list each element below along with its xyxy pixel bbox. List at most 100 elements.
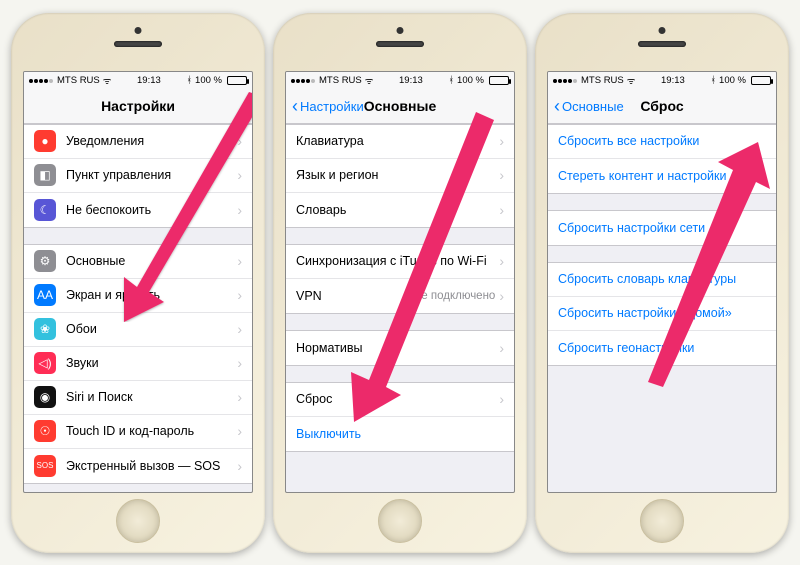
signal-dots [29,75,54,86]
settings-group: Синхронизация с iTunes по Wi-Fi›VPNНе по… [286,244,514,314]
row-label: VPN [296,289,413,303]
list-item[interactable]: ⚙Основные› [24,245,252,279]
list-item[interactable]: Сбросить геонастройки [548,331,776,365]
speaker-slot [376,41,424,47]
signal-dots [291,75,316,86]
navbar: ‹ Настройки Основные [286,90,514,124]
row-label: Язык и регион [296,168,499,182]
list-item[interactable]: Язык и регион› [286,159,514,193]
navbar: Настройки [24,90,252,124]
carrier-label: MTS RUS [57,75,100,86]
carrier-label: MTS RUS [581,75,624,86]
chevron-right-icon: › [499,253,504,269]
row-label: Сбросить все настройки [558,134,766,148]
battery-icon [489,76,509,85]
wifi-icon: ᯤ [627,74,636,87]
list-item[interactable]: Сбросить словарь клавиатуры [548,263,776,297]
home-button[interactable] [640,499,684,543]
list-item[interactable]: Сбросить все настройки [548,125,776,159]
list-item[interactable]: Сбросить настройки сети [548,211,776,245]
row-icon: ❀ [34,318,56,340]
chevron-right-icon: › [237,458,242,474]
row-label: Siri и Поиск [66,390,237,404]
row-label: Touch ID и код-пароль [66,424,237,438]
camera-dot [397,27,404,34]
settings-group: Сбросить все настройки Стереть контент и … [548,124,776,194]
row-icon: ◧ [34,164,56,186]
list-item[interactable]: ◧ Пункт управления› [24,159,252,193]
row-label: Сбросить настройки «Домой» [558,306,766,320]
bluetooth-icon: ᚼ [448,75,454,86]
home-button[interactable] [378,499,422,543]
general-list[interactable]: Клавиатура›Язык и регион›Словарь›Синхрон… [286,124,514,492]
list-item[interactable]: ◉Siri и Поиск› [24,381,252,415]
list-item[interactable]: Клавиатура› [286,125,514,159]
chevron-right-icon: › [237,133,242,149]
row-icon: ◉ [34,386,56,408]
status-bar: MTS RUS ᯤ 19:13 ᚼ 100 % [548,72,776,90]
row-label: Нормативы [296,341,499,355]
chevron-right-icon: › [237,423,242,439]
signal-dots [553,75,578,86]
home-button[interactable] [116,499,160,543]
list-item[interactable]: Нормативы› [286,331,514,365]
navbar: ‹ Основные Сброс [548,90,776,124]
settings-group: ⚙Основные›AAЭкран и яркость›❀Обои›◁)Звук… [24,244,252,484]
row-label: Экран и яркость [66,288,237,302]
list-item[interactable]: Сброс› [286,383,514,417]
reset-list[interactable]: Сбросить все настройки Стереть контент и … [548,124,776,492]
back-label: Настройки [300,99,364,114]
row-icon: ☾ [34,199,56,221]
row-label: Сбросить настройки сети [558,221,766,235]
list-item[interactable]: Выключить [286,417,514,451]
row-icon: AA [34,284,56,306]
list-item[interactable]: ❀Обои› [24,313,252,347]
row-label: Экстренный вызов — SOS [66,459,237,473]
phone-2: MTS RUS ᯤ 19:13 ᚼ 100 % ‹ Настройки Осно… [273,13,527,553]
list-item[interactable]: AA Экран и яркость› [24,279,252,313]
back-button[interactable]: ‹ Основные [554,90,624,123]
row-icon: ⚙ [34,250,56,272]
list-item[interactable]: Синхронизация с iTunes по Wi-Fi› [286,245,514,279]
status-bar: MTS RUS ᯤ 19:13 ᚼ 100 % [286,72,514,90]
clock: 19:13 [661,75,685,86]
row-icon: SOS [34,455,56,477]
list-item[interactable]: Стереть контент и настройки [548,159,776,193]
list-item[interactable]: VPNНе подключено› [286,279,514,313]
page-title: Настройки [101,98,175,114]
screen-3: MTS RUS ᯤ 19:13 ᚼ 100 % ‹ Основные Сброс… [547,71,777,493]
battery-pct: 100 % [457,75,484,86]
list-item[interactable]: Словарь› [286,193,514,227]
row-label: Словарь [296,203,499,217]
list-item[interactable]: ●Уведомления› [24,125,252,159]
speaker-slot [114,41,162,47]
row-label: Пункт управления [66,168,237,182]
settings-group: Нормативы› [286,330,514,366]
list-item[interactable]: ☉Touch ID и код-пароль› [24,415,252,449]
battery-pct: 100 % [719,75,746,86]
chevron-left-icon: ‹ [554,97,560,115]
list-item[interactable]: ◁)Звуки› [24,347,252,381]
settings-list[interactable]: ●Уведомления›◧Пункт управления›☾Не беспо… [24,124,252,492]
camera-dot [659,27,666,34]
list-item[interactable]: Сбросить настройки «Домой» [548,297,776,331]
row-label: Выключить [296,427,504,441]
chevron-right-icon: › [237,287,242,303]
chevron-right-icon: › [499,133,504,149]
row-label: Звуки [66,356,237,370]
row-label: Синхронизация с iTunes по Wi-Fi [296,254,499,268]
list-item[interactable]: ☾Не беспокоить› [24,193,252,227]
row-label: Обои [66,322,237,336]
chevron-right-icon: › [237,253,242,269]
phone-1: MTS RUS ᯤ 19:13 ᚼ 100 % Настройки ●Уведо… [11,13,265,553]
chevron-right-icon: › [237,167,242,183]
back-button[interactable]: ‹ Настройки [292,90,364,123]
list-item[interactable]: SOS Экстренный вызов — SOS› [24,449,252,483]
status-bar: MTS RUS ᯤ 19:13 ᚼ 100 % [24,72,252,90]
row-label: Сбросить словарь клавиатуры [558,272,766,286]
settings-group: Сброс› Выключить [286,382,514,452]
row-label: Сброс [296,392,499,406]
chevron-right-icon: › [499,340,504,356]
phone-3: MTS RUS ᯤ 19:13 ᚼ 100 % ‹ Основные Сброс… [535,13,789,553]
row-icon: ● [34,130,56,152]
